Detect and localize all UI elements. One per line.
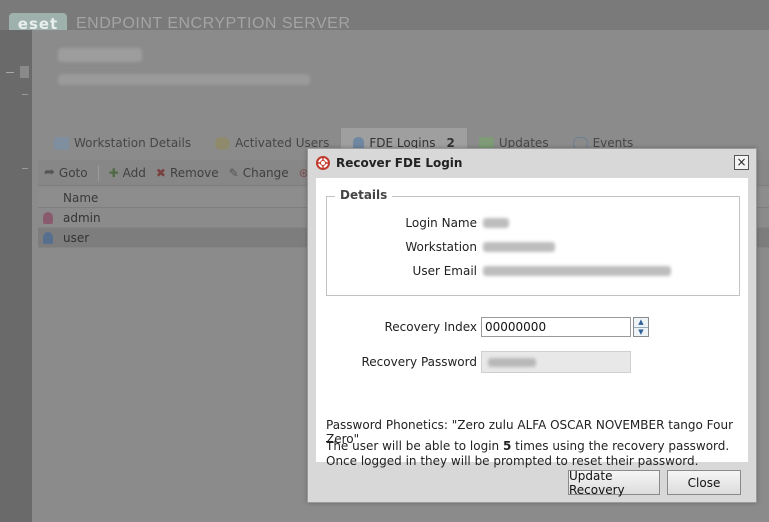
user-email-row: User Email [327, 262, 671, 280]
goto-button[interactable]: ➦ Goto [44, 165, 88, 180]
workstation-row: Workstation [327, 238, 555, 256]
user-email-redacted [483, 266, 671, 276]
recover-fde-login-dialog: Recover FDE Login × Details Login Name W… [307, 148, 757, 503]
workstation-guid-redacted [58, 74, 310, 85]
nav-node-icon[interactable] [20, 66, 29, 78]
login-name-label: Login Name [405, 216, 477, 230]
tab-label: Workstation Details [74, 136, 192, 150]
details-fieldset: Details Login Name Workstation User Emai… [326, 188, 740, 296]
dialog-titlebar[interactable]: Recover FDE Login [308, 149, 756, 177]
change-icon: ✎ [228, 165, 239, 180]
left-nav-strip [0, 30, 32, 522]
close-button[interactable]: Close [667, 470, 741, 495]
add-button[interactable]: ✚ Add [109, 166, 146, 180]
recovery-password-field [481, 351, 631, 373]
remove-button[interactable]: ✖ Remove [156, 166, 219, 180]
lifebuoy-icon [316, 156, 330, 170]
toolbar-separator [97, 164, 99, 181]
spinner-up-icon[interactable]: ▲ [634, 318, 648, 328]
login-name-redacted [483, 218, 509, 228]
recovery-password-row: Recovery Password [316, 351, 631, 373]
recovery-index-spinner[interactable]: ▲ ▼ [633, 317, 649, 337]
remove-icon: ✖ [155, 165, 166, 180]
dialog-body: Details Login Name Workstation User Emai… [316, 178, 748, 468]
row-name: admin [63, 210, 101, 225]
recovery-index-label: Recovery Index [384, 320, 478, 334]
login-name-row: Login Name [327, 214, 509, 232]
spinner-down-icon[interactable]: ▼ [634, 328, 648, 337]
admin-user-icon [43, 211, 53, 224]
workstation-icon [54, 136, 69, 150]
close-icon[interactable]: × [734, 155, 749, 170]
row-name: user [63, 230, 90, 245]
tab-workstation-details[interactable]: Workstation Details [42, 128, 203, 158]
recovery-password-label: Recovery Password [361, 355, 477, 369]
notice-text: The user will be able to login [326, 439, 503, 453]
remove-label: Remove [169, 165, 219, 180]
change-button[interactable]: ✎ Change [229, 166, 289, 180]
update-recovery-button[interactable]: Update Recovery [568, 469, 660, 497]
nav-divider [22, 168, 28, 169]
add-label: Add [122, 165, 146, 180]
workstation-redacted [483, 242, 555, 252]
dialog-title: Recover FDE Login [336, 156, 463, 170]
recovery-index-input[interactable] [481, 317, 631, 337]
recovery-notice: The user will be able to login 5 times u… [326, 439, 738, 469]
nav-collapse-icon[interactable] [6, 72, 14, 73]
recovery-index-row: Recovery Index ▲ ▼ [316, 316, 649, 338]
users-icon [215, 136, 231, 150]
goto-label: Goto [58, 165, 88, 180]
user-icon [43, 231, 53, 244]
workstation-label: Workstation [405, 240, 477, 254]
column-header-name[interactable]: Name [58, 191, 315, 205]
add-icon: ✚ [108, 165, 119, 180]
details-legend: Details [335, 188, 393, 202]
goto-arrow-icon: ➦ [44, 165, 55, 180]
user-email-label: User Email [412, 264, 477, 278]
app-header: eset ENDPOINT ENCRYPTION SERVER [0, 0, 769, 35]
nav-divider [22, 94, 28, 95]
workstation-name-redacted [58, 48, 142, 62]
recovery-password-redacted [488, 358, 536, 367]
change-label: Change [242, 165, 289, 180]
